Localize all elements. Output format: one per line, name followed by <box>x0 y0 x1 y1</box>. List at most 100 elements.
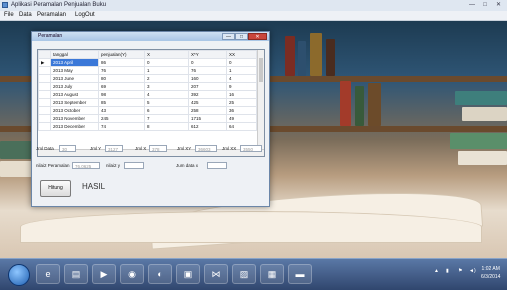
table-cell[interactable]: 392 <box>188 90 227 99</box>
table-cell[interactable]: 1 <box>226 66 257 75</box>
table-row[interactable]: 2013 November 245 7 1715 49 <box>38 114 257 123</box>
dialog-minimize-button[interactable]: — <box>222 33 235 40</box>
table-cell[interactable]: 76 <box>98 66 145 75</box>
dialog-maximize-button[interactable]: □ <box>235 33 248 40</box>
table-cell[interactable]: 0 <box>144 58 189 67</box>
grid-header-penjualan[interactable]: penjualan(Y) <box>98 50 145 59</box>
nilai-peramalan-field[interactable]: 76.0625 <box>72 162 100 169</box>
table-cell[interactable]: 4 <box>144 90 189 99</box>
table-row[interactable]: 2013 July 69 3 207 9 <box>38 82 257 91</box>
paint-icon[interactable]: ▨ <box>232 264 256 284</box>
jml-data-field[interactable]: 30 <box>59 145 76 152</box>
menu-data[interactable]: Data <box>19 12 32 18</box>
grid-header-xy[interactable]: X*Y <box>188 50 227 59</box>
table-row[interactable]: 2013 December 74 8 612 64 <box>38 122 257 131</box>
data-grid[interactable]: tanggal penjualan(Y) X X*Y XX ▶ 2013 Apr… <box>37 49 265 157</box>
table-cell[interactable]: 2013 October <box>50 106 99 115</box>
table-cell[interactable]: 0 <box>188 58 227 67</box>
table-cell[interactable]: 8 <box>144 122 189 131</box>
table-row[interactable]: 2013 September 85 5 425 25 <box>38 98 257 107</box>
nilai-y-field[interactable] <box>124 162 144 169</box>
grid-header-tanggal[interactable]: tanggal <box>50 50 99 59</box>
table-row[interactable]: 2013 June 80 2 160 4 <box>38 74 257 83</box>
table-row[interactable]: ▶ 2013 April 86 0 0 0 <box>38 58 257 67</box>
menu-peramalan[interactable]: Peramalan <box>37 12 66 18</box>
table-cell[interactable]: 64 <box>226 122 257 131</box>
table-cell[interactable]: 2013 June <box>50 74 99 83</box>
table-cell[interactable]: 612 <box>188 122 227 131</box>
folder-icon[interactable]: ▬ <box>288 264 312 284</box>
table-row[interactable]: 2013 August 98 4 392 16 <box>38 90 257 99</box>
table-cell[interactable]: 2013 May <box>50 66 99 75</box>
system-clock[interactable]: 1:02 AM 6/3/2014 <box>481 265 500 281</box>
table-cell[interactable]: 160 <box>188 74 227 83</box>
table-row[interactable]: 2013 May 76 1 76 1 <box>38 66 257 75</box>
table-cell[interactable]: 25 <box>226 98 257 107</box>
table-cell[interactable]: 1 <box>144 66 189 75</box>
table-cell[interactable]: 16 <box>226 90 257 99</box>
table-cell[interactable]: 36 <box>226 106 257 115</box>
jml-xy-field[interactable]: 36603 <box>195 145 217 152</box>
menu-file[interactable]: File <box>4 12 14 18</box>
table-cell[interactable]: 6 <box>144 106 189 115</box>
table-cell[interactable]: 4 <box>226 74 257 83</box>
table-cell[interactable]: 5 <box>144 98 189 107</box>
table-cell[interactable]: 245 <box>98 114 145 123</box>
vs-icon[interactable]: ⋈ <box>204 264 228 284</box>
ie-icon[interactable]: e <box>36 264 60 284</box>
table-cell[interactable]: 1715 <box>188 114 227 123</box>
menu-logout[interactable]: LogOut <box>75 12 95 18</box>
app-icon[interactable]: ▣ <box>176 264 200 284</box>
table-cell[interactable]: 74 <box>98 122 145 131</box>
jml-y-field[interactable]: 3127 <box>105 145 123 152</box>
table-cell[interactable]: 258 <box>188 106 227 115</box>
table-row[interactable]: 2013 October 43 6 258 36 <box>38 106 257 115</box>
table-cell[interactable]: 9 <box>226 82 257 91</box>
jml-x-field[interactable]: 378 <box>149 145 167 152</box>
start-button[interactable] <box>8 264 30 286</box>
table-cell[interactable]: 69 <box>98 82 145 91</box>
table-cell[interactable]: 85 <box>98 98 145 107</box>
chrome-icon[interactable]: ◉ <box>120 264 144 284</box>
table-cell[interactable]: 2013 November <box>50 114 99 123</box>
hitung-button[interactable]: Hitung <box>40 180 71 197</box>
firefox-icon[interactable]: ◐ <box>148 264 172 284</box>
table-cell[interactable]: 86 <box>98 58 145 67</box>
minimize-button[interactable]: — <box>466 1 478 9</box>
table-cell[interactable]: 49 <box>226 114 257 123</box>
table-cell[interactable]: 207 <box>188 82 227 91</box>
tray-arrow-icon[interactable]: ▲ <box>434 268 439 274</box>
explorer-icon[interactable]: ▤ <box>64 264 88 284</box>
jml-x-label: Jml X <box>135 146 147 151</box>
dialog-close-button[interactable]: ✕ <box>248 33 267 40</box>
window-icon[interactable]: ▦ <box>260 264 284 284</box>
table-cell[interactable]: 43 <box>98 106 145 115</box>
table-cell[interactable]: 2013 July <box>50 82 99 91</box>
book <box>368 83 381 126</box>
close-button[interactable]: ✕ <box>492 1 505 9</box>
table-cell[interactable]: 425 <box>188 98 227 107</box>
jml-xx-field[interactable]: 3550 <box>240 145 262 152</box>
table-cell[interactable]: 2 <box>144 74 189 83</box>
maximize-button[interactable]: □ <box>479 1 491 9</box>
scrollbar-thumb[interactable] <box>259 58 263 82</box>
table-cell[interactable]: 76 <box>188 66 227 75</box>
table-cell[interactable]: 2013 December <box>50 122 99 131</box>
volume-icon[interactable]: ◄) <box>469 268 476 274</box>
book <box>340 81 351 126</box>
flag-icon[interactable]: ⚑ <box>458 268 462 274</box>
grid-header-xx[interactable]: XX <box>226 50 257 59</box>
table-cell[interactable]: 2013 April <box>50 58 99 67</box>
grid-header-x[interactable]: X <box>144 50 189 59</box>
table-cell[interactable]: 7 <box>144 114 189 123</box>
jum-data-x-field[interactable] <box>207 162 227 169</box>
table-cell[interactable]: 98 <box>98 90 145 99</box>
table-cell[interactable]: 0 <box>226 58 257 67</box>
network-icon[interactable]: ▮ <box>446 268 449 274</box>
table-cell[interactable]: 3 <box>144 82 189 91</box>
table-cell[interactable]: 2013 September <box>50 98 99 107</box>
grid-vertical-scrollbar[interactable] <box>257 50 264 156</box>
table-cell[interactable]: 80 <box>98 74 145 83</box>
table-cell[interactable]: 2013 August <box>50 90 99 99</box>
media-icon[interactable]: ▶ <box>92 264 116 284</box>
